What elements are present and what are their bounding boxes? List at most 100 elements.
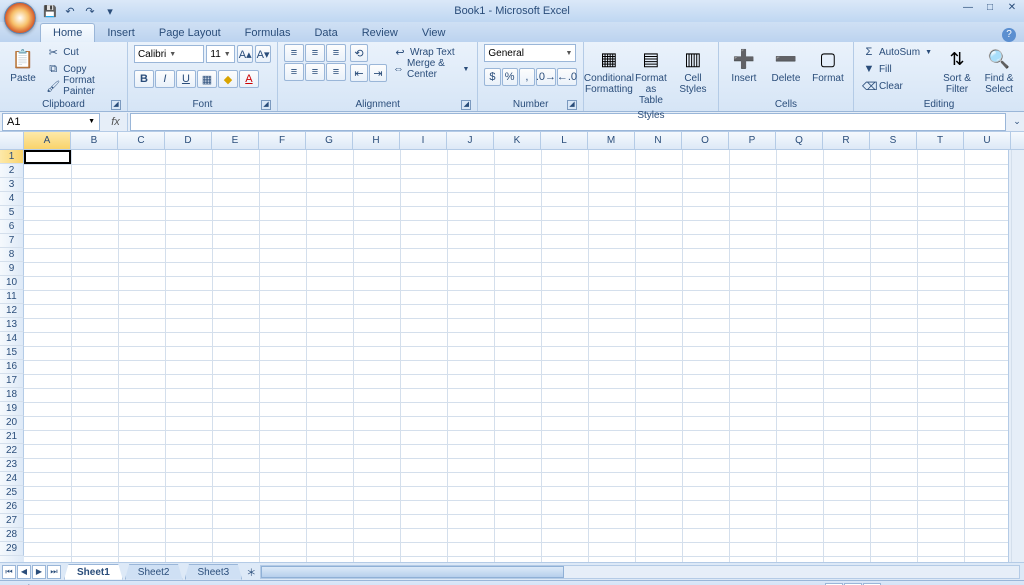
sheet-nav-prev[interactable]: ◀ xyxy=(17,565,31,579)
row-header-1[interactable]: 1 xyxy=(0,150,24,164)
new-sheet-button[interactable]: ＊ xyxy=(246,564,256,579)
cut-button[interactable]: ✂Cut xyxy=(44,44,121,60)
undo-icon[interactable]: ↶ xyxy=(62,3,78,19)
row-header-8[interactable]: 8 xyxy=(0,248,24,262)
sheet-nav-first[interactable]: ⏮ xyxy=(2,565,16,579)
select-all-corner[interactable] xyxy=(0,132,24,149)
align-middle-button[interactable]: ≡ xyxy=(305,44,325,62)
sheet-nav-last[interactable]: ⏭ xyxy=(47,565,61,579)
close-button[interactable]: ✕ xyxy=(1004,2,1020,16)
align-top-button[interactable]: ≡ xyxy=(284,44,304,62)
column-header-Q[interactable]: Q xyxy=(776,132,823,149)
row-header-17[interactable]: 17 xyxy=(0,374,24,388)
qat-customize-icon[interactable]: ▾ xyxy=(102,3,118,19)
row-header-26[interactable]: 26 xyxy=(0,500,24,514)
row-header-25[interactable]: 25 xyxy=(0,486,24,500)
column-header-C[interactable]: C xyxy=(118,132,165,149)
row-header-3[interactable]: 3 xyxy=(0,178,24,192)
formula-bar-expand[interactable]: ⌄ xyxy=(1010,116,1024,127)
autosum-button[interactable]: ΣAutoSum▼ xyxy=(860,44,934,60)
tab-page-layout[interactable]: Page Layout xyxy=(147,24,233,42)
conditional-formatting-button[interactable]: ▦Conditional Formatting xyxy=(590,44,628,98)
number-launcher[interactable]: ◢ xyxy=(567,100,577,110)
row-header-29[interactable]: 29 xyxy=(0,542,24,556)
clear-button[interactable]: ⌫Clear xyxy=(860,78,934,94)
row-header-28[interactable]: 28 xyxy=(0,528,24,542)
sheet-tab-1[interactable]: Sheet1 xyxy=(64,564,123,580)
cell-styles-button[interactable]: ▥Cell Styles xyxy=(674,44,712,98)
row-header-16[interactable]: 16 xyxy=(0,360,24,374)
row-header-12[interactable]: 12 xyxy=(0,304,24,318)
column-header-S[interactable]: S xyxy=(870,132,917,149)
currency-button[interactable]: $ xyxy=(484,68,500,86)
column-header-D[interactable]: D xyxy=(165,132,212,149)
row-header-7[interactable]: 7 xyxy=(0,234,24,248)
row-header-10[interactable]: 10 xyxy=(0,276,24,290)
increase-decimal-button[interactable]: .0→ xyxy=(536,68,556,86)
row-header-14[interactable]: 14 xyxy=(0,332,24,346)
column-header-B[interactable]: B xyxy=(71,132,118,149)
minimize-button[interactable]: — xyxy=(960,2,976,16)
font-color-button[interactable]: A xyxy=(239,70,259,88)
column-header-L[interactable]: L xyxy=(541,132,588,149)
row-header-11[interactable]: 11 xyxy=(0,290,24,304)
percent-button[interactable]: % xyxy=(502,68,518,86)
fill-button[interactable]: ▼Fill xyxy=(860,61,934,77)
clipboard-launcher[interactable]: ◢ xyxy=(111,100,121,110)
tab-formulas[interactable]: Formulas xyxy=(233,24,303,42)
column-header-P[interactable]: P xyxy=(729,132,776,149)
column-header-E[interactable]: E xyxy=(212,132,259,149)
border-button[interactable]: ▦ xyxy=(197,70,217,88)
align-center-button[interactable]: ≡ xyxy=(305,63,325,81)
row-header-19[interactable]: 19 xyxy=(0,402,24,416)
format-cells-button[interactable]: ▢Format xyxy=(809,44,847,87)
row-header-18[interactable]: 18 xyxy=(0,388,24,402)
format-painter-button[interactable]: 🖌Format Painter xyxy=(44,78,121,94)
row-header-4[interactable]: 4 xyxy=(0,192,24,206)
delete-cells-button[interactable]: ➖Delete xyxy=(767,44,805,87)
row-header-22[interactable]: 22 xyxy=(0,444,24,458)
increase-indent-button[interactable]: ⇥ xyxy=(369,64,387,82)
save-icon[interactable]: 💾 xyxy=(42,3,58,19)
comma-button[interactable]: , xyxy=(519,68,535,86)
column-header-T[interactable]: T xyxy=(917,132,964,149)
number-format-combo[interactable]: General▼ xyxy=(484,44,576,62)
row-header-6[interactable]: 6 xyxy=(0,220,24,234)
maximize-button[interactable]: □ xyxy=(982,2,998,16)
tab-home[interactable]: Home xyxy=(40,23,95,42)
font-size-combo[interactable]: 11▼ xyxy=(206,45,235,63)
horizontal-scrollbar[interactable] xyxy=(260,565,1020,579)
tab-data[interactable]: Data xyxy=(302,24,349,42)
row-header-9[interactable]: 9 xyxy=(0,262,24,276)
font-name-combo[interactable]: Calibri▼ xyxy=(134,45,204,63)
find-select-button[interactable]: 🔍Find & Select xyxy=(980,44,1018,98)
align-right-button[interactable]: ≡ xyxy=(326,63,346,81)
row-header-24[interactable]: 24 xyxy=(0,472,24,486)
fill-color-button[interactable]: ◆ xyxy=(218,70,238,88)
row-header-5[interactable]: 5 xyxy=(0,206,24,220)
column-header-F[interactable]: F xyxy=(259,132,306,149)
sheet-tab-3[interactable]: Sheet3 xyxy=(185,564,243,580)
align-left-button[interactable]: ≡ xyxy=(284,63,304,81)
sheet-nav-next[interactable]: ▶ xyxy=(32,565,46,579)
help-icon[interactable]: ? xyxy=(1002,28,1016,42)
row-header-27[interactable]: 27 xyxy=(0,514,24,528)
row-header-20[interactable]: 20 xyxy=(0,416,24,430)
row-header-15[interactable]: 15 xyxy=(0,346,24,360)
insert-cells-button[interactable]: ➕Insert xyxy=(725,44,763,87)
fx-button[interactable]: fx xyxy=(104,113,128,131)
row-header-23[interactable]: 23 xyxy=(0,458,24,472)
formula-input[interactable] xyxy=(130,113,1006,131)
alignment-launcher[interactable]: ◢ xyxy=(461,100,471,110)
grow-font-button[interactable]: A▴ xyxy=(237,45,253,63)
sheet-tab-2[interactable]: Sheet2 xyxy=(125,564,183,580)
office-button[interactable] xyxy=(4,2,36,34)
column-header-J[interactable]: J xyxy=(447,132,494,149)
italic-button[interactable]: I xyxy=(155,70,175,88)
column-header-O[interactable]: O xyxy=(682,132,729,149)
bold-button[interactable]: B xyxy=(134,70,154,88)
shrink-font-button[interactable]: A▾ xyxy=(255,45,271,63)
tab-insert[interactable]: Insert xyxy=(95,24,147,42)
column-header-I[interactable]: I xyxy=(400,132,447,149)
sort-filter-button[interactable]: ⇅Sort & Filter xyxy=(938,44,976,98)
